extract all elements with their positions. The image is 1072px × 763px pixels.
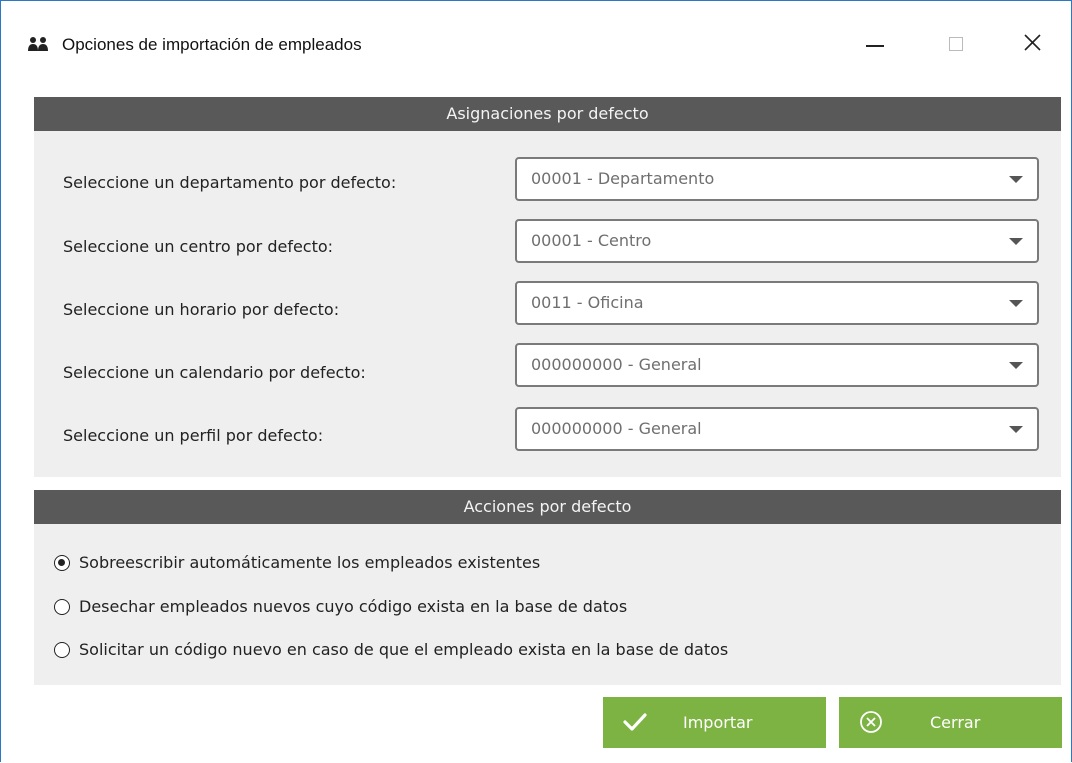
profile-select-value: 000000000 - General (531, 419, 702, 438)
import-button-label: Importar (683, 713, 753, 732)
department-label: Seleccione un departamento por defecto: (63, 173, 397, 192)
default-assignments-panel: Asignaciones por defecto Seleccione un d… (34, 97, 1061, 477)
users-icon (28, 37, 48, 51)
discard-radio-label: Desechar empleados nuevos cuyo código ex… (79, 597, 628, 616)
minimize-button[interactable] (854, 29, 894, 61)
close-window-button[interactable] (1023, 29, 1063, 61)
circle-x-icon (860, 711, 882, 733)
radio-button[interactable] (54, 641, 70, 658)
discard-radio-option[interactable]: Desechar empleados nuevos cuyo código ex… (54, 597, 627, 616)
schedule-select[interactable]: 0011 - Oficina (515, 281, 1039, 325)
close-button[interactable]: Cerrar (839, 697, 1062, 748)
calendar-select[interactable]: 000000000 - General (515, 343, 1039, 387)
calendar-label: Seleccione un calendario por defecto: (63, 363, 366, 382)
overwrite-radio-option[interactable]: Sobreescribir automáticamente los emplea… (54, 553, 540, 572)
close-icon (1024, 34, 1041, 51)
radio-button[interactable] (54, 598, 70, 615)
department-select-value: 00001 - Departamento (531, 169, 715, 188)
import-button[interactable]: Importar (603, 697, 826, 748)
default-assignments-header: Asignaciones por defecto (34, 97, 1061, 131)
checkmark-icon (623, 713, 647, 731)
window-title: Opciones de importación de empleados (62, 35, 362, 54)
import-options-window: Opciones de importación de empleados Asi… (0, 0, 1072, 762)
maximize-icon (949, 37, 963, 51)
overwrite-radio-label: Sobreescribir automáticamente los emplea… (79, 553, 541, 572)
department-select[interactable]: 00001 - Departamento (515, 157, 1039, 201)
chevron-down-icon (1009, 426, 1023, 433)
title-bar[interactable]: Opciones de importación de empleados (1, 1, 1071, 61)
close-button-label: Cerrar (930, 713, 981, 732)
center-select[interactable]: 00001 - Centro (515, 219, 1039, 263)
chevron-down-icon (1009, 176, 1023, 183)
default-actions-header: Acciones por defecto (34, 490, 1061, 524)
schedule-select-value: 0011 - Oficina (531, 293, 644, 312)
center-label: Seleccione un centro por defecto: (63, 237, 334, 256)
maximize-button[interactable] (937, 29, 977, 61)
center-select-value: 00001 - Centro (531, 231, 652, 250)
default-actions-panel: Acciones por defecto Sobreescribir autom… (34, 490, 1061, 685)
chevron-down-icon (1009, 238, 1023, 245)
profile-select[interactable]: 000000000 - General (515, 407, 1039, 451)
profile-label: Seleccione un perfil por defecto: (63, 426, 324, 445)
request-code-radio-label: Solicitar un código nuevo en caso de que… (79, 640, 729, 659)
chevron-down-icon (1009, 300, 1023, 307)
radio-button-checked[interactable] (54, 554, 70, 571)
schedule-label: Seleccione un horario por defecto: (63, 300, 340, 319)
chevron-down-icon (1009, 362, 1023, 369)
calendar-select-value: 000000000 - General (531, 355, 702, 374)
minimize-icon (866, 45, 884, 47)
request-code-radio-option[interactable]: Solicitar un código nuevo en caso de que… (54, 640, 728, 659)
